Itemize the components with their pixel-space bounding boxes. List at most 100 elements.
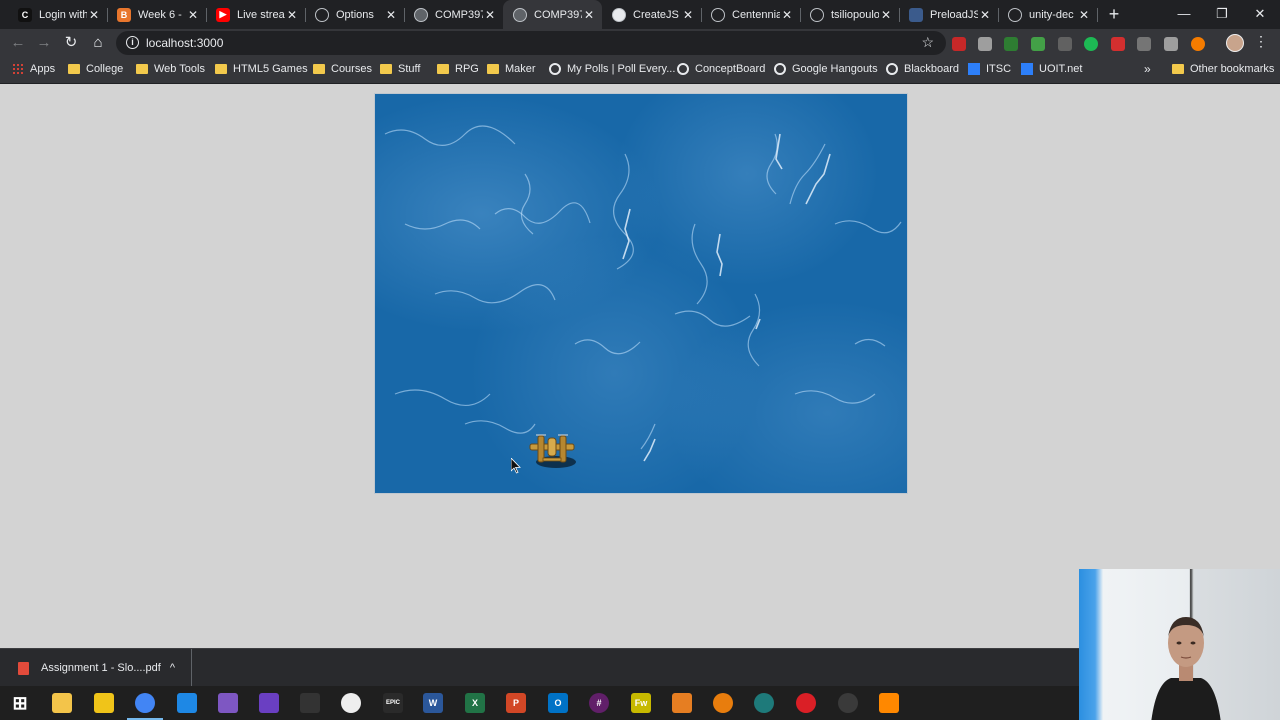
extension-icon[interactable] — [1031, 37, 1045, 51]
browser-tab[interactable]: ▶ Live stream✕ — [206, 0, 306, 29]
extension-icon[interactable] — [1137, 37, 1151, 51]
webcam-overlay — [1079, 569, 1280, 720]
visual-studio-icon[interactable] — [218, 693, 238, 713]
tab-close-icon[interactable]: ✕ — [483, 8, 497, 22]
tab-close-icon[interactable]: ✕ — [285, 8, 299, 22]
download-file-name[interactable]: Assignment 1 - Slo....pdf — [41, 662, 170, 674]
back-button[interactable]: ← — [8, 33, 28, 53]
tab-title: unity-dec — [1029, 8, 1074, 21]
extension-icon[interactable] — [1191, 37, 1205, 51]
notepad-folder-icon[interactable] — [94, 693, 114, 713]
browser-tab[interactable]: COMP397 ✕ — [503, 0, 602, 29]
other-bookmarks-folder[interactable]: Other bookmarks — [1172, 63, 1274, 75]
browser-tab[interactable]: B Week 6 - ✕ — [107, 0, 207, 29]
visual-studio-2-icon[interactable] — [259, 693, 279, 713]
bookmark-item[interactable]: Apps — [12, 63, 55, 75]
bookmark-item[interactable]: UOIT.net — [1021, 63, 1082, 75]
home-button[interactable]: ⌂ — [88, 33, 108, 53]
github-icon — [315, 7, 329, 22]
extension-icon[interactable] — [1164, 37, 1178, 51]
excel-icon[interactable]: X — [465, 693, 485, 713]
browser-tab[interactable]: C Login with ✕ — [8, 0, 108, 29]
bookmark-item[interactable]: My Polls | Poll Every... — [549, 63, 675, 75]
tab-close-icon[interactable]: ✕ — [681, 8, 695, 22]
bookmark-star-icon[interactable]: ☆ — [921, 34, 934, 51]
edge-dev-icon[interactable] — [754, 693, 774, 713]
download-item[interactable]: Assignment 1 - Slo....pdf ^ — [12, 649, 192, 687]
bookmark-item[interactable]: ITSC — [968, 63, 1011, 75]
bookmark-item[interactable]: Stuff — [380, 63, 420, 75]
extension-icon[interactable] — [1111, 37, 1125, 51]
browser-tab[interactable]: unity-dec ✕ — [998, 0, 1098, 29]
unity-hub-icon[interactable] — [300, 693, 320, 713]
bookmark-label: ITSC — [986, 63, 1012, 75]
pdf-file-icon — [18, 661, 29, 675]
browser-tab[interactable]: Centennial ✕ — [701, 0, 801, 29]
tab-close-icon[interactable]: ✕ — [582, 8, 596, 22]
file-explorer-icon[interactable] — [52, 693, 72, 713]
bookmark-item[interactable]: Web Tools — [136, 63, 205, 75]
tab-close-icon[interactable]: ✕ — [978, 8, 992, 22]
url-text[interactable]: localhost:3000 — [146, 36, 223, 50]
tab-close-icon[interactable]: ✕ — [879, 8, 893, 22]
bookmark-label: HTML5 Games — [233, 63, 308, 75]
start-icon[interactable]: ⊞ — [10, 693, 30, 713]
chrome-icon[interactable] — [127, 693, 163, 720]
download-options-chevron-icon[interactable]: ^ — [170, 662, 175, 674]
browser-tab[interactable]: tsiliopoulos✕ — [800, 0, 900, 29]
github-icon — [810, 7, 824, 22]
reload-button[interactable]: ↻ — [61, 33, 81, 53]
close-window-button[interactable]: ✕ — [1250, 4, 1270, 24]
extension-icon[interactable] — [978, 37, 992, 51]
game-canvas[interactable] — [374, 93, 908, 494]
globe-icon — [886, 63, 898, 75]
forward-button[interactable]: → — [34, 33, 54, 53]
powerpoint-icon[interactable]: P — [506, 693, 526, 713]
extension-icon[interactable] — [952, 37, 966, 51]
bookmarks-overflow-icon[interactable]: » — [1144, 62, 1151, 76]
tab-close-icon[interactable]: ✕ — [186, 8, 200, 22]
vlc-icon[interactable] — [879, 693, 899, 713]
new-tab-button[interactable]: + — [1104, 4, 1124, 24]
blender-icon[interactable] — [713, 693, 733, 713]
tab-close-icon[interactable]: ✕ — [384, 8, 398, 22]
extension-icon[interactable] — [1058, 37, 1072, 51]
bookmark-item[interactable]: Blackboard — [886, 63, 959, 75]
epic-games-icon[interactable]: EPIC — [383, 693, 403, 713]
bookmark-item[interactable]: HTML5 Games — [215, 63, 308, 75]
tab-close-icon[interactable]: ✕ — [87, 8, 101, 22]
word-icon[interactable]: W — [423, 693, 443, 713]
creative-cloud-icon[interactable] — [796, 693, 816, 713]
bookmark-item[interactable]: RPG — [437, 63, 479, 75]
slack-icon[interactable]: # — [589, 693, 609, 713]
minimize-button[interactable]: — — [1174, 4, 1194, 24]
extension-icon[interactable] — [1004, 37, 1018, 51]
vscode-icon[interactable] — [177, 693, 197, 713]
restore-button[interactable]: ❐ — [1212, 4, 1232, 24]
browser-tab[interactable]: Options ✕ — [305, 0, 405, 29]
bookmark-item[interactable]: College — [68, 63, 123, 75]
bookmark-item[interactable]: Google Hangouts — [774, 63, 878, 75]
tab-title: CreateJS | — [633, 8, 681, 21]
profile-avatar[interactable] — [1226, 34, 1244, 52]
extension-icon[interactable] — [1084, 37, 1098, 51]
bookmark-item[interactable]: Courses — [313, 63, 372, 75]
browser-tab[interactable]: CreateJS | ✕ — [602, 0, 702, 29]
unity-icon[interactable] — [341, 693, 361, 713]
info-icon[interactable]: i — [126, 36, 139, 49]
obs-icon[interactable] — [838, 693, 858, 713]
browser-tab[interactable]: COMP397 ✕ — [404, 0, 504, 29]
bookmark-item[interactable]: ConceptBoard — [677, 63, 765, 75]
address-bar[interactable]: i localhost:3000 ☆ — [116, 31, 946, 55]
bookmark-label: ConceptBoard — [695, 63, 766, 75]
folder-icon — [136, 64, 148, 74]
bookmark-item[interactable]: Maker — [487, 63, 536, 75]
browser-tab[interactable]: PreloadJS ✕ — [899, 0, 999, 29]
bookmark-label: Other bookmarks — [1190, 63, 1275, 75]
pencil-icon[interactable] — [672, 693, 692, 713]
outlook-icon[interactable]: O — [548, 693, 568, 713]
browser-menu-icon[interactable]: ⋮ — [1254, 33, 1268, 50]
tab-close-icon[interactable]: ✕ — [780, 8, 794, 22]
fireworks-icon[interactable]: Fw — [631, 693, 651, 713]
tab-close-icon[interactable]: ✕ — [1077, 8, 1091, 22]
